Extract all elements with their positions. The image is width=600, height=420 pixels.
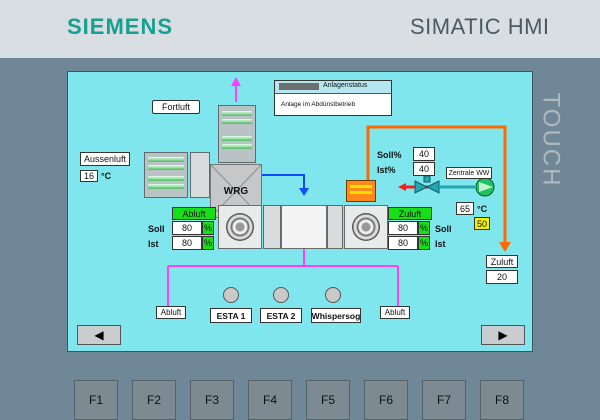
next-screen-button[interactable]: ▶ (481, 325, 525, 345)
filter-bar (148, 176, 184, 181)
abluft-right-label: Abluft (380, 306, 410, 319)
zuluft-ist-unit: % (418, 236, 430, 250)
supply-filter-column (327, 205, 343, 249)
zuluft-out-label: Zuluft (486, 255, 518, 268)
extract-fan (218, 205, 262, 249)
esta2-indicator-icon (273, 287, 289, 303)
valve-actuator (423, 176, 431, 183)
valve-soll-label: Soll% (377, 150, 402, 160)
whispersog-indicator-icon (325, 287, 341, 303)
abluft-soll-label: Soll (148, 224, 165, 234)
top-bezel: SIEMENS SIMATIC HMI (0, 0, 600, 58)
filter-bar (148, 157, 184, 162)
function-key-row: F1 F2 F3 F4 F5 F6 F7 F8 (0, 372, 600, 420)
valve-soll-value[interactable]: 40 (413, 147, 435, 161)
zuluft-out-value: 20 (486, 270, 518, 284)
abluft-ist-label: Ist (148, 239, 159, 249)
status-indicator (279, 83, 319, 90)
whispersog-button[interactable]: Whispersog (311, 308, 361, 323)
supply-air-arrow (262, 174, 305, 190)
f3-key[interactable]: F3 (190, 380, 234, 420)
exhaust-filter (218, 105, 256, 163)
f2-key[interactable]: F2 (132, 380, 176, 420)
valve-pump-group (414, 176, 495, 197)
abluft-ist-unit: % (202, 236, 214, 250)
filter-column (190, 152, 210, 198)
zentrale-ww-label: Zentrale WW (446, 167, 492, 179)
f4-key[interactable]: F4 (248, 380, 292, 420)
f5-key[interactable]: F5 (306, 380, 350, 420)
esta1-indicator-icon (223, 287, 239, 303)
abluft-ist-value: 80 (172, 236, 202, 250)
zuluft-ist-label: Ist (435, 239, 446, 249)
fortluft-label: Fortluft (152, 100, 200, 114)
abluft-header: Abluft (172, 207, 216, 220)
heat-exchanger-duct (281, 205, 327, 249)
filter-bar (222, 144, 252, 149)
heating-arrowhead (398, 183, 406, 191)
hmi-device: SIEMENS SIMATIC HMI TOUCH Anlagenstatus … (0, 0, 600, 420)
touch-label: TOUCH (530, 85, 570, 195)
filter-bar (148, 165, 184, 170)
status-panel: Anlagenstatus Anlage im Abdünstbetrieb (274, 80, 392, 116)
outdoor-air-filter (144, 152, 188, 198)
fan-wheel-icon (226, 213, 254, 241)
abluft-soll-value[interactable]: 80 (172, 221, 202, 235)
hmi-screen: Anlagenstatus Anlage im Abdünstbetrieb F… (67, 71, 533, 352)
prev-screen-button[interactable]: ◀ (77, 325, 121, 345)
abluft-left-label: Abluft (156, 306, 186, 319)
valve-icon (414, 180, 429, 194)
abluft-soll-unit: % (202, 221, 214, 235)
fortluft-arrowhead (231, 77, 241, 86)
siemens-logo: SIEMENS (67, 14, 174, 39)
valve-ist-label: Ist% (377, 165, 396, 175)
zuluft-ist-value: 80 (388, 236, 418, 250)
valve-icon (425, 180, 440, 194)
f6-key[interactable]: F6 (364, 380, 408, 420)
ww-temp-unit: °C (477, 204, 488, 214)
filter-bar (222, 136, 252, 141)
touch-text: TOUCH (537, 92, 565, 188)
filter-bar (222, 111, 252, 116)
brand-label: SIMATIC HMI (410, 14, 550, 39)
zuluft-soll-value[interactable]: 80 (388, 221, 418, 235)
esta1-button[interactable]: ESTA 1 (210, 308, 252, 323)
f7-key[interactable]: F7 (422, 380, 466, 420)
zuluft-soll-unit: % (418, 221, 430, 235)
ww-setpoint-value[interactable]: 50 (474, 217, 490, 230)
valve-ist-value: 40 (413, 162, 435, 176)
ww-temp-value: 65 (456, 202, 474, 215)
status-title: Anlagenstatus (323, 82, 368, 89)
hot-water-arrowhead (499, 242, 511, 252)
zuluft-header: Zuluft (388, 207, 432, 220)
filter-bar (148, 184, 184, 189)
aussenluft-temp-value: 16 (80, 170, 98, 182)
aussenluft-label: Aussenluft (80, 152, 130, 166)
fan-wheel-icon (352, 213, 380, 241)
filter-bar (222, 119, 252, 124)
extract-filter-column (263, 205, 281, 249)
supply-fan (344, 205, 388, 249)
status-title-bar: Anlagenstatus (275, 81, 391, 94)
f1-key[interactable]: F1 (74, 380, 118, 420)
f8-key[interactable]: F8 (480, 380, 524, 420)
coil-fin (350, 185, 372, 188)
zuluft-soll-label: Soll (435, 224, 452, 234)
esta2-button[interactable]: ESTA 2 (260, 308, 302, 323)
wrg-label: WRG (223, 185, 249, 197)
supply-air-arrowhead (299, 188, 309, 196)
aussenluft-unit: °C (101, 171, 112, 181)
heating-coil (346, 180, 376, 202)
status-message: Anlage im Abdünstbetrieb (281, 101, 356, 108)
coil-fin (350, 191, 372, 194)
